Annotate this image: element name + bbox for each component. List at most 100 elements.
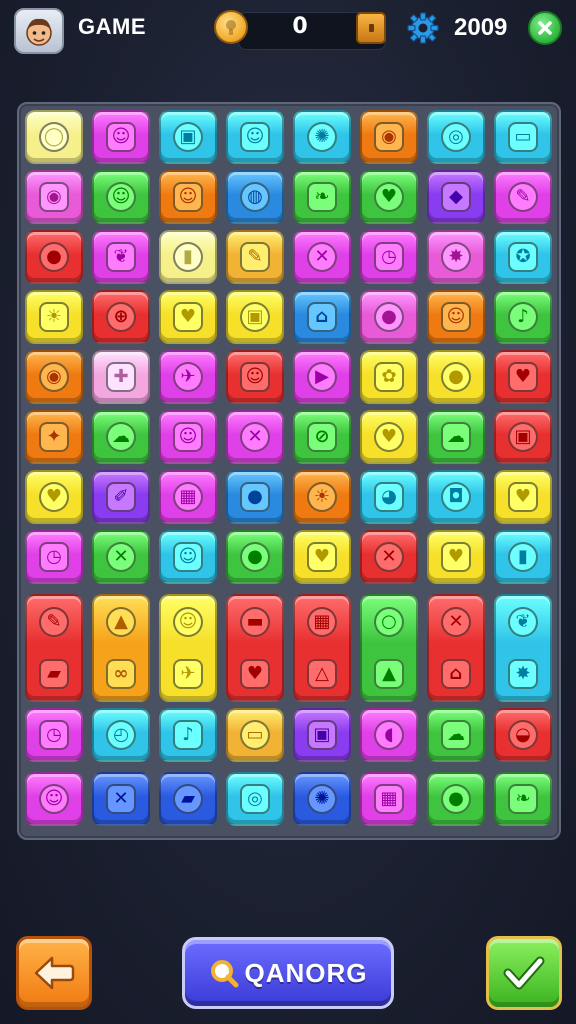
tile[interactable]: ☺: [92, 110, 150, 164]
tile[interactable]: ▮: [159, 230, 217, 284]
tile[interactable]: ☀: [293, 470, 351, 524]
tile[interactable]: ◕: [360, 470, 418, 524]
tile[interactable]: ✺: [293, 110, 351, 164]
confirm-button[interactable]: [486, 936, 562, 1010]
tall-tile[interactable]: ▲ ∞: [92, 594, 150, 702]
tile[interactable]: ☺: [226, 110, 284, 164]
tile[interactable]: ◎: [226, 772, 284, 826]
tile[interactable]: ☺: [159, 410, 217, 464]
tile[interactable]: ♥: [427, 530, 485, 584]
tile[interactable]: ☺: [25, 772, 83, 826]
tile[interactable]: ♥: [360, 170, 418, 224]
tile[interactable]: ✈: [159, 350, 217, 404]
back-button[interactable]: [16, 936, 92, 1010]
tile[interactable]: ⌂: [293, 290, 351, 344]
tile[interactable]: ❧: [293, 170, 351, 224]
gear-icon: ✺: [307, 784, 337, 814]
tile[interactable]: ✎: [494, 170, 552, 224]
tile[interactable]: ☺: [159, 530, 217, 584]
tile[interactable]: ☺: [92, 170, 150, 224]
tall-tile[interactable]: ☺ ✈: [159, 594, 217, 702]
tile[interactable]: ♥: [25, 470, 83, 524]
tile[interactable]: ❧: [494, 772, 552, 826]
tall-tile[interactable]: ✎ ▰: [25, 594, 83, 702]
tile[interactable]: ♥: [360, 410, 418, 464]
tile[interactable]: ◎: [427, 110, 485, 164]
tall-tile[interactable]: ▬ ♥: [226, 594, 284, 702]
tile[interactable]: ♥: [293, 530, 351, 584]
tall-tile[interactable]: ○ ▲: [360, 594, 418, 702]
tall-tile[interactable]: ❦ ✸: [494, 594, 552, 702]
tile[interactable]: ●: [226, 530, 284, 584]
tile[interactable]: ✕: [92, 530, 150, 584]
tile[interactable]: ▭: [494, 110, 552, 164]
tile[interactable]: ♥: [494, 350, 552, 404]
tile[interactable]: ☁: [427, 708, 485, 762]
tile[interactable]: ✕: [360, 530, 418, 584]
tile[interactable]: ☁: [427, 410, 485, 464]
tile[interactable]: ☁: [92, 410, 150, 464]
tile[interactable]: ✕: [226, 410, 284, 464]
crossed-tools-icon: ✕: [106, 542, 136, 572]
tile[interactable]: ▭: [226, 708, 284, 762]
tile[interactable]: ▦: [360, 772, 418, 826]
tile[interactable]: ◖: [360, 708, 418, 762]
tile[interactable]: ▦: [159, 470, 217, 524]
tile[interactable]: ▮: [494, 530, 552, 584]
tile[interactable]: ▣: [494, 410, 552, 464]
player-avatar[interactable]: [14, 8, 64, 54]
tile[interactable]: ◉: [360, 110, 418, 164]
tile[interactable]: ✪: [494, 230, 552, 284]
tile[interactable]: ●: [226, 470, 284, 524]
tile[interactable]: ◒: [494, 708, 552, 762]
tile[interactable]: ✿: [360, 350, 418, 404]
tile[interactable]: ▰: [159, 772, 217, 826]
tile[interactable]: ✺: [293, 772, 351, 826]
tile[interactable]: ◷: [25, 530, 83, 584]
hint-button[interactable]: QANORG: [182, 937, 394, 1009]
tile[interactable]: ✐: [92, 470, 150, 524]
tile[interactable]: ●: [25, 230, 83, 284]
tile[interactable]: ✦: [25, 410, 83, 464]
tile[interactable]: ◉: [25, 350, 83, 404]
tile[interactable]: ✸: [427, 230, 485, 284]
tile[interactable]: ⊕: [92, 290, 150, 344]
tile[interactable]: ▣: [159, 110, 217, 164]
tile[interactable]: ☺: [226, 350, 284, 404]
tile[interactable]: ✕: [92, 772, 150, 826]
tile[interactable]: ◷: [360, 230, 418, 284]
tile[interactable]: ♥: [494, 470, 552, 524]
tile[interactable]: ▣: [226, 290, 284, 344]
tile[interactable]: ◆: [427, 170, 485, 224]
tile[interactable]: ◉: [25, 170, 83, 224]
gear-icon[interactable]: [405, 10, 441, 46]
close-button[interactable]: [528, 11, 562, 45]
tile[interactable]: ☺: [159, 170, 217, 224]
tile[interactable]: ✕: [293, 230, 351, 284]
tile[interactable]: ✎: [226, 230, 284, 284]
tall-tile[interactable]: ▦ △: [293, 594, 351, 702]
tile[interactable]: ◴: [92, 708, 150, 762]
tile[interactable]: ♪: [159, 708, 217, 762]
shoe-icon: ▰: [39, 659, 69, 689]
tile[interactable]: ●: [427, 350, 485, 404]
chick-icon: ◕: [374, 482, 404, 512]
tile[interactable]: ●: [360, 290, 418, 344]
tile[interactable]: ⊘: [293, 410, 351, 464]
tile[interactable]: ♪: [494, 290, 552, 344]
tile[interactable]: ◯: [25, 110, 83, 164]
tile[interactable]: ◷: [25, 708, 83, 762]
tile[interactable]: ◘: [427, 470, 485, 524]
tile[interactable]: ☺: [427, 290, 485, 344]
close-icon: [538, 21, 552, 35]
tile[interactable]: ▶: [293, 350, 351, 404]
tile[interactable]: ▣: [293, 708, 351, 762]
tile[interactable]: ☀: [25, 290, 83, 344]
tall-tile[interactable]: ✕ ⌂: [427, 594, 485, 702]
tile[interactable]: ♥: [159, 290, 217, 344]
tile[interactable]: ◍: [226, 170, 284, 224]
tile[interactable]: ✚: [92, 350, 150, 404]
chest-icon[interactable]: [356, 12, 386, 44]
tile[interactable]: ●: [427, 772, 485, 826]
tile[interactable]: ❦: [92, 230, 150, 284]
